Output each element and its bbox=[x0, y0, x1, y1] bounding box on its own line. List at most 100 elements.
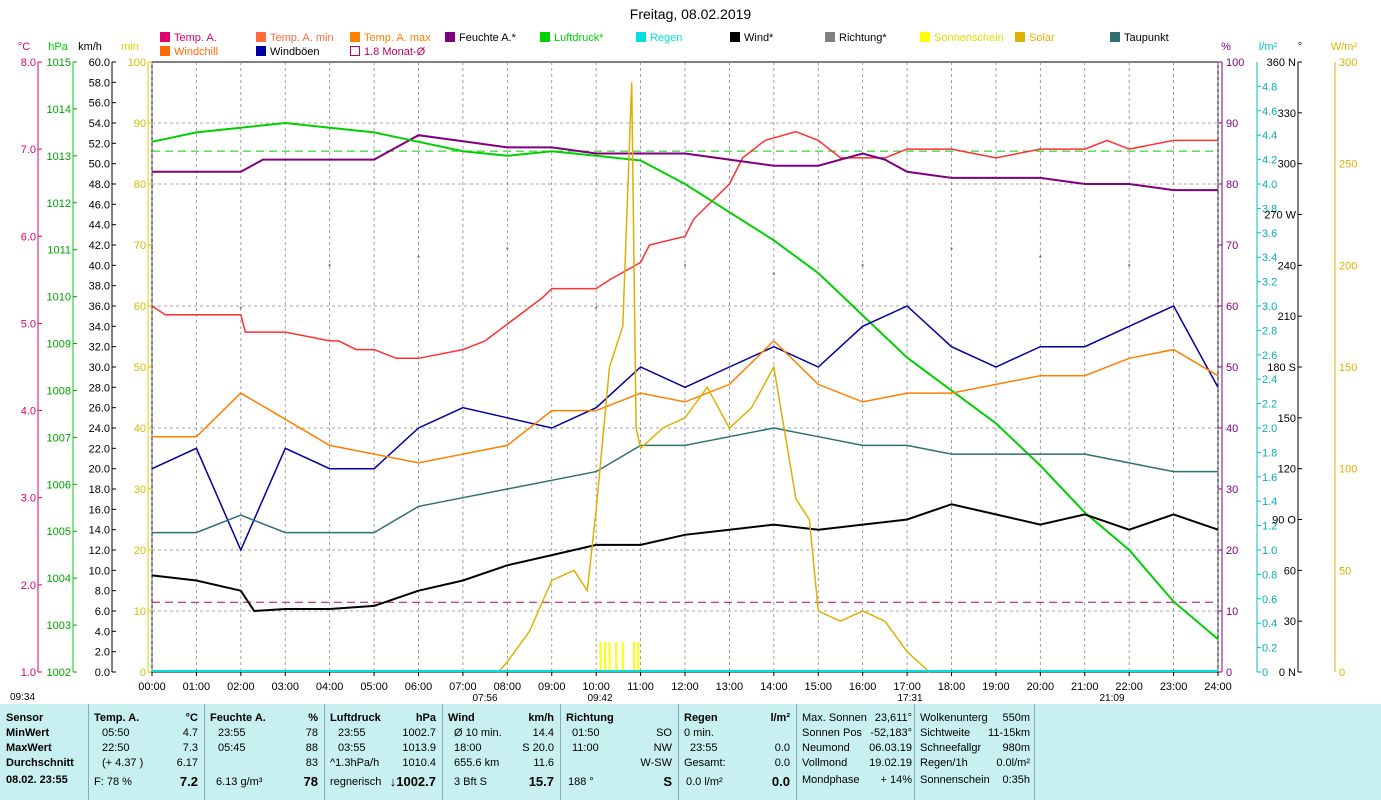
tick-label: 30.0 bbox=[89, 362, 110, 374]
direction-point bbox=[1127, 264, 1131, 267]
stats-cell: Mondphase bbox=[802, 774, 860, 786]
tick-label: 200 bbox=[1339, 260, 1357, 272]
tick-label: 240 bbox=[1278, 260, 1296, 272]
tick-label: 1.4 bbox=[1262, 496, 1277, 508]
stats-panel: Sensor MinWert MaxWert Durchschnitt 08.0… bbox=[0, 704, 1381, 800]
tick-label: 1003 bbox=[47, 620, 71, 632]
tick-label: 32.0 bbox=[89, 342, 110, 354]
tick-label: 54.0 bbox=[89, 118, 110, 130]
stats-cell: 23:55 bbox=[338, 727, 366, 739]
x-tick-label: 18:00 bbox=[938, 681, 966, 693]
stats-cell: Wolkenunterg bbox=[920, 712, 988, 724]
stats-cell: 3 Bft S bbox=[454, 776, 488, 788]
tick-label: 56.0 bbox=[89, 98, 110, 110]
tick-label: 0 bbox=[1226, 667, 1232, 679]
stats-cell: Sichtweite bbox=[920, 727, 971, 739]
stats-cell: 23:55 bbox=[218, 727, 246, 739]
tick-label: 90 bbox=[1226, 118, 1238, 130]
sunshine-bar bbox=[604, 642, 607, 672]
stats-cell: 23:55 bbox=[690, 742, 718, 754]
stats-cell: 05:45 bbox=[218, 742, 246, 754]
stats-unit: km/h bbox=[528, 712, 554, 724]
direction-point bbox=[950, 247, 953, 250]
x-tick-label: 08:00 bbox=[494, 681, 522, 693]
stats-unit: l/m² bbox=[770, 712, 790, 724]
stats-cell: 11.6 bbox=[533, 757, 554, 769]
tick-label: 4.8 bbox=[1262, 81, 1277, 93]
x-tick-label: 20:00 bbox=[1027, 681, 1055, 693]
tick-label: 1006 bbox=[47, 479, 71, 491]
tick-label: 70 bbox=[1226, 240, 1238, 252]
x-tick-label: 11:00 bbox=[627, 681, 654, 693]
tick-label: 3.6 bbox=[1262, 228, 1277, 240]
x-tick-label: 19:00 bbox=[982, 681, 1010, 693]
x-tick-label: 06:00 bbox=[405, 681, 433, 693]
direction-point bbox=[772, 272, 776, 276]
stats-cell: 0.0l/m² bbox=[996, 757, 1030, 769]
tick-label: 1009 bbox=[47, 339, 71, 351]
tick-label: 50 bbox=[1226, 362, 1238, 374]
stats-cell: 0.0 bbox=[774, 757, 790, 769]
x-tick-label: 15:00 bbox=[804, 681, 832, 693]
tick-label: 18.0 bbox=[89, 484, 110, 496]
stats-cell: 7.2 bbox=[179, 774, 198, 789]
stats-cell: 1002.7 bbox=[402, 727, 436, 739]
tick-label: 330 bbox=[1278, 108, 1296, 120]
direction-point bbox=[417, 255, 420, 259]
tick-label: 90 bbox=[134, 118, 146, 130]
tick-label: 46.0 bbox=[89, 199, 110, 211]
stats-cell: + 14% bbox=[880, 774, 913, 786]
tick-label: 150 bbox=[1339, 362, 1357, 374]
tick-label: 4.0 bbox=[1262, 179, 1277, 191]
stats-cell: SO bbox=[656, 727, 672, 739]
tick-label: 3.4 bbox=[1262, 252, 1277, 264]
x-tick-label: 16:00 bbox=[849, 681, 877, 693]
stats-direction-header: Richtung bbox=[566, 712, 614, 724]
x-tick-label: 03:00 bbox=[271, 681, 299, 693]
sunshine-bar bbox=[599, 642, 602, 672]
sunshine-bar bbox=[615, 642, 618, 672]
stats-temp-unit: °C bbox=[185, 712, 198, 724]
stats-cell: 0 min. bbox=[684, 727, 714, 739]
stats-cell: Sonnenschein bbox=[920, 774, 990, 786]
stats-cell: 11:00 bbox=[572, 742, 599, 754]
tick-label: 0.4 bbox=[1262, 618, 1277, 630]
tick-label: 2.8 bbox=[1262, 325, 1277, 337]
axis-unit-label: ° bbox=[1298, 41, 1302, 53]
tick-label: 48.0 bbox=[89, 179, 110, 191]
stats-cell: 14.4 bbox=[532, 727, 554, 739]
tick-label: 1.6 bbox=[1262, 472, 1277, 484]
tick-label: 50 bbox=[134, 362, 146, 374]
x-tick-label: 24:00 bbox=[1204, 681, 1232, 693]
stats-cell: 6.13 g/m³ bbox=[216, 776, 263, 788]
tick-label: 2.0 bbox=[95, 647, 110, 659]
tick-label: 1010 bbox=[47, 292, 71, 304]
tick-label: 210 bbox=[1278, 311, 1296, 323]
sun-label: 21:09 bbox=[1099, 693, 1124, 704]
stats-cell: 83 bbox=[305, 757, 318, 769]
tick-label: 4.2 bbox=[1262, 155, 1277, 167]
stats-cell: 06.03.19 bbox=[869, 742, 912, 754]
stats-cell: 22:50 bbox=[102, 742, 130, 754]
tick-label: 22.0 bbox=[89, 443, 110, 455]
tick-label: 100 bbox=[1339, 464, 1357, 476]
tick-label: 14.0 bbox=[89, 525, 110, 537]
tick-label: 1008 bbox=[47, 385, 71, 397]
stats-cell: Schneefallgr bbox=[920, 742, 982, 754]
stats-cell: 1010.4 bbox=[402, 757, 436, 769]
stats-cell: F: 78 % bbox=[94, 776, 132, 788]
direction-point bbox=[239, 306, 243, 309]
tick-label: 60 bbox=[134, 301, 146, 313]
tick-label: 80 bbox=[1226, 179, 1238, 191]
tick-label: 3.0 bbox=[1262, 301, 1277, 313]
direction-point bbox=[328, 264, 331, 267]
stats-cell: W-SW bbox=[640, 757, 672, 769]
stats-cell: 03:55 bbox=[338, 742, 366, 754]
direction-point bbox=[861, 264, 864, 267]
stats-cell: 01:50 bbox=[572, 727, 600, 739]
stats-cell: 655.6 km bbox=[454, 757, 500, 769]
tick-label: 4.6 bbox=[1262, 106, 1277, 118]
tick-label: 0 N bbox=[1279, 667, 1296, 679]
stats-cell: 1013.9 bbox=[402, 742, 436, 754]
tick-label: 30 bbox=[1226, 484, 1238, 496]
